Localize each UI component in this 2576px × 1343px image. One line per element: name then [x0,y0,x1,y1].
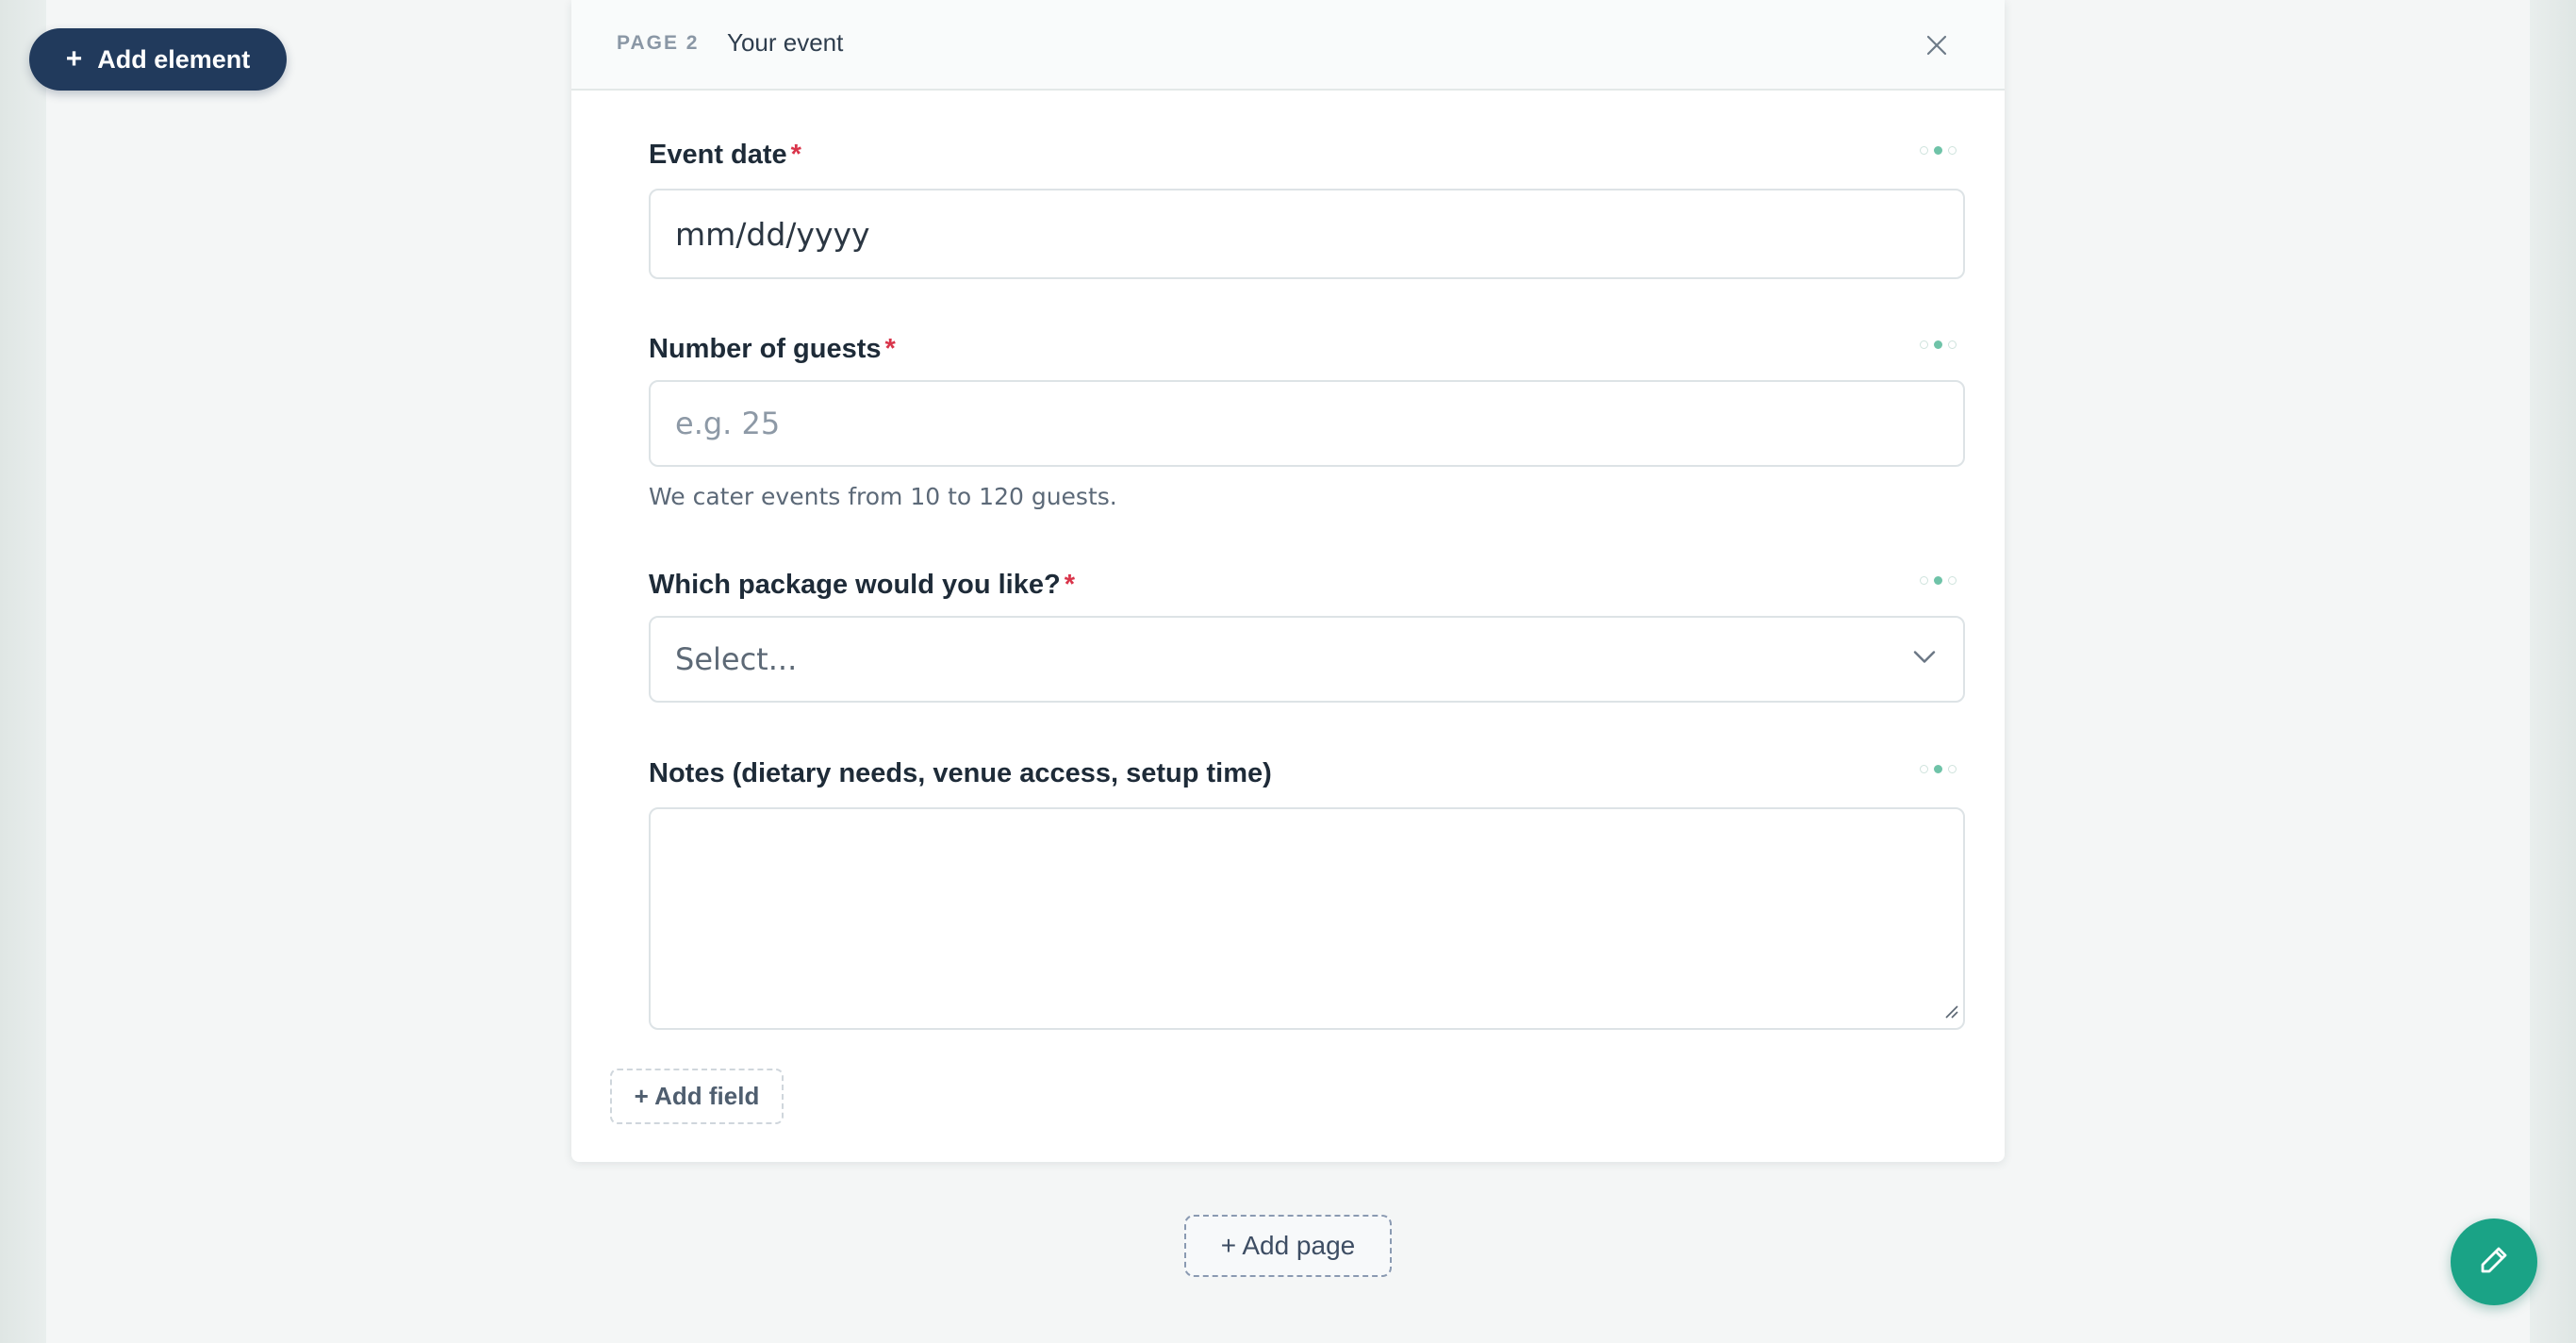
guests-input[interactable]: e.g. 25 [649,380,1965,467]
page-title: Your event [727,28,844,57]
close-icon[interactable] [1920,28,1954,62]
form-page-card: PAGE 2 Your event Event date * mm/dd/yyyy… [571,0,2005,1162]
dot [1948,340,1957,349]
edit-fab-button[interactable] [2451,1219,2537,1305]
package-label: Which package would you like? * [649,570,1075,601]
dot [1920,145,1928,155]
right-edge [2530,0,2576,1343]
dot [1934,145,1942,155]
guests-label: Number of guests * [649,334,896,365]
required-marker: * [1064,570,1075,600]
pencil-icon [2477,1243,2511,1282]
package-select[interactable]: Select... [649,616,1965,703]
chevron-down-icon [1912,650,1937,670]
add-field-button[interactable]: + Add field [610,1069,784,1124]
dot [1948,575,1957,585]
dot [1920,764,1928,773]
dot [1948,764,1957,773]
required-marker: * [884,334,896,364]
dot [1934,764,1942,773]
event-date-value: mm/dd/yyyy [675,215,870,253]
event-date-label: Event date * [649,140,801,171]
event-date-input[interactable]: mm/dd/yyyy [649,189,1965,279]
package-selected-value: Select... [675,641,798,677]
add-element-button[interactable]: + Add element [29,28,287,91]
required-marker: * [790,140,801,170]
field-options-menu[interactable] [1920,144,1963,156]
resize-handle-icon[interactable] [1942,1003,1959,1024]
guests-placeholder: e.g. 25 [675,406,781,441]
add-page-button[interactable]: + Add page [1184,1215,1392,1277]
dot [1934,340,1942,349]
page-header: PAGE 2 Your event [571,0,2005,91]
field-options-menu[interactable] [1920,339,1963,350]
dot [1920,340,1928,349]
left-edge [0,0,46,1343]
guests-label-text: Number of guests [649,334,882,364]
field-options-menu[interactable] [1920,763,1963,774]
event-date-label-text: Event date [649,140,787,170]
dot [1920,575,1928,585]
notes-label: Notes (dietary needs, venue access, setu… [649,758,1272,789]
package-label-text: Which package would you like? [649,570,1061,600]
notes-textarea[interactable] [649,807,1965,1030]
guests-help-text: We cater events from 10 to 120 guests. [649,483,1117,510]
plus-icon: + [65,43,83,75]
dot [1948,145,1957,155]
add-element-label: Add element [97,44,251,74]
notes-label-text: Notes (dietary needs, venue access, setu… [649,758,1272,788]
dot [1934,575,1942,585]
page-number: PAGE 2 [617,32,700,54]
field-options-menu[interactable] [1920,574,1963,586]
